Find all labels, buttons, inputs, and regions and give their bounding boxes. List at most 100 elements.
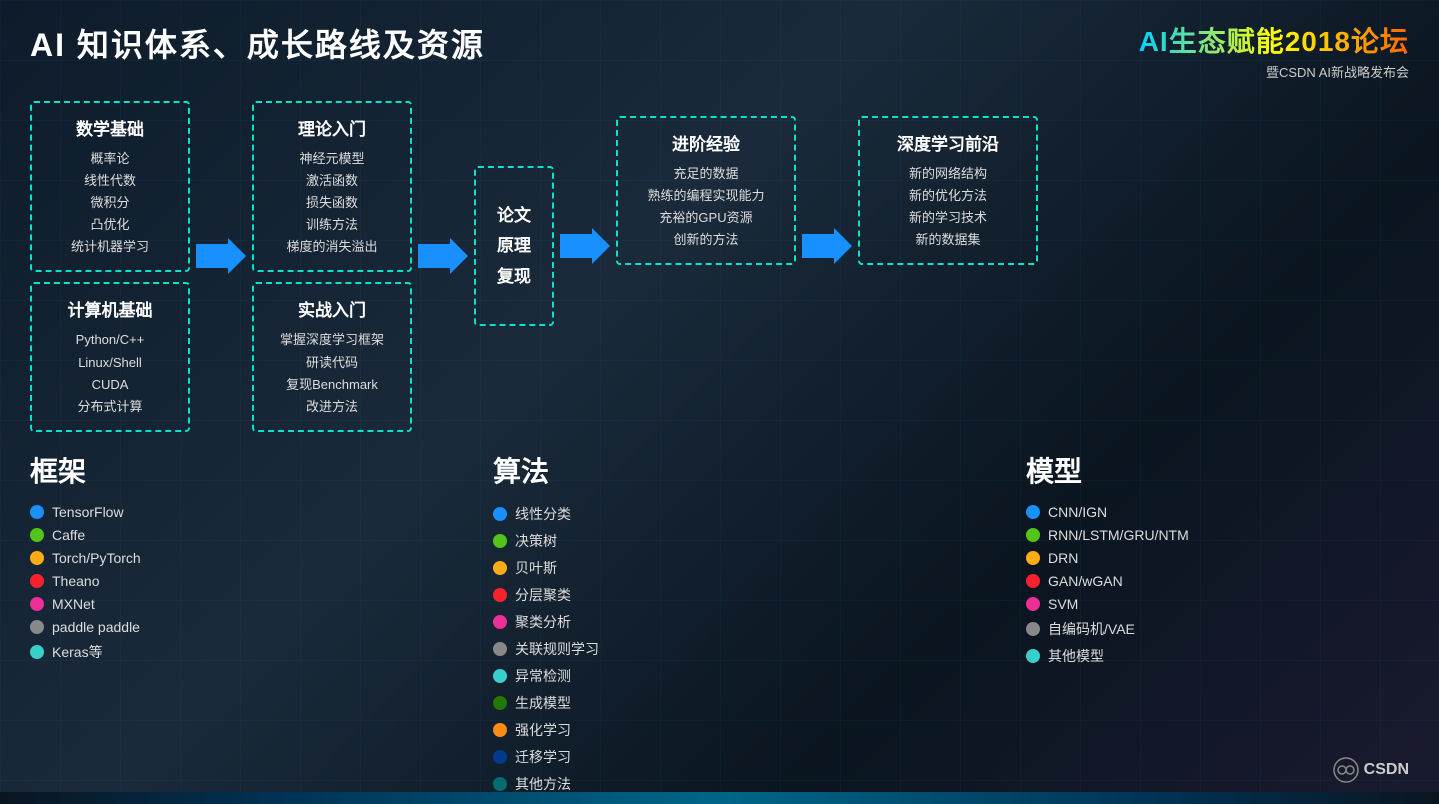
dot-bayes: [493, 561, 507, 575]
list-item: SVM: [1026, 596, 1409, 612]
logo-area: AI生态赋能2018论坛 暨CSDN AI新战略发布会: [1139, 20, 1409, 81]
list-item: Theano: [30, 573, 413, 589]
dot-assoc: [493, 642, 507, 656]
item-label: 其他模型: [1048, 646, 1104, 666]
dot-keras: [30, 645, 44, 659]
item-label: TensorFlow: [52, 504, 124, 520]
list-item: 聚类分析: [493, 612, 876, 632]
list-item: 其他方法: [493, 774, 876, 794]
dot-cluster: [493, 588, 507, 602]
dot-tensorflow: [30, 505, 44, 519]
item-label: DRN: [1048, 550, 1078, 566]
bottom-section: 框架 TensorFlow Caffe Torch/PyTorch Theano: [30, 450, 1409, 801]
paper-title: 论文原理复现: [497, 201, 531, 293]
item-label: 生成模型: [515, 693, 571, 713]
list-item: 决策树: [493, 531, 876, 551]
frameworks-block: 框架 TensorFlow Caffe Torch/PyTorch Theano: [30, 450, 413, 801]
dot-theano: [30, 574, 44, 588]
item-label: Keras等: [52, 642, 103, 662]
logo-title: AI生态赋能2018论坛: [1139, 20, 1409, 60]
dot-caffe: [30, 528, 44, 542]
dot-drn: [1026, 551, 1040, 565]
item-label: 其他方法: [515, 774, 571, 794]
arrow-3: [560, 228, 610, 304]
frontier-items: 新的网络结构新的优化方法新的学习技术新的数据集: [876, 163, 1020, 251]
dot-transfer: [493, 750, 507, 764]
algorithms-label: 算法: [493, 450, 876, 490]
dot-gan: [1026, 574, 1040, 588]
models-list: CNN/IGN RNN/LSTM/GRU/NTM DRN GAN/wGAN SV…: [1026, 504, 1409, 673]
list-item: CNN/IGN: [1026, 504, 1409, 520]
item-label: 聚类分析: [515, 612, 571, 632]
dot-mxnet: [30, 597, 44, 611]
dot-svm: [1026, 597, 1040, 611]
list-item: Caffe: [30, 527, 413, 543]
item-label: CNN/IGN: [1048, 504, 1107, 520]
item-label: 贝叶斯: [515, 558, 557, 578]
arrow-2: [418, 238, 468, 294]
item-label: 自编码机/VAE: [1048, 619, 1135, 639]
list-item: 自编码机/VAE: [1026, 619, 1409, 639]
practice-items: 掌握深度学习框架研读代码复现Benchmark改进方法: [270, 329, 394, 417]
list-item: Keras等: [30, 642, 413, 662]
dot-paddle: [30, 620, 44, 634]
item-label: Theano: [52, 573, 99, 589]
box-foundations: 数学基础 概率论线性代数微积分凸优化统计机器学习 计算机基础 Python/C+…: [30, 101, 190, 432]
item-label: SVM: [1048, 596, 1078, 612]
item-label: MXNet: [52, 596, 95, 612]
header: AI 知识体系、成长路线及资源 AI生态赋能2018论坛 暨CSDN AI新战略…: [30, 20, 1409, 81]
computer-title: 计算机基础: [48, 296, 172, 321]
item-label: 异常检测: [515, 666, 571, 686]
dot-cnn: [1026, 505, 1040, 519]
dot-other-model: [1026, 649, 1040, 663]
theory-title: 理论入门: [270, 115, 394, 140]
list-item: 分层聚类: [493, 585, 876, 605]
list-item: 其他模型: [1026, 646, 1409, 666]
list-item: 生成模型: [493, 693, 876, 713]
algorithms-list: 线性分类 决策树 贝叶斯 分层聚类 聚类分析: [493, 504, 876, 801]
box-theory: 理论入门 神经元模型激活函数损失函数训练方法梯度的消失溢出: [252, 101, 412, 272]
item-label: 分层聚类: [515, 585, 571, 605]
practice-title: 实战入门: [270, 296, 394, 321]
frameworks-label: 框架: [30, 450, 413, 490]
csdn-icon: CSDN: [1332, 756, 1409, 784]
algorithms-block: 算法 线性分类 决策树 贝叶斯 分层聚类: [493, 450, 876, 801]
item-label: RNN/LSTM/GRU/NTM: [1048, 527, 1189, 543]
item-label: 线性分类: [515, 504, 571, 524]
dot-autoencoder: [1026, 622, 1040, 636]
item-label: 决策树: [515, 531, 557, 551]
flow-diagram: 数学基础 概率论线性代数微积分凸优化统计机器学习 计算机基础 Python/C+…: [30, 101, 1409, 432]
box-paper: 论文原理复现: [474, 166, 554, 326]
list-item: 异常检测: [493, 666, 876, 686]
models-label: 模型: [1026, 450, 1409, 490]
math-items: 概率论线性代数微积分凸优化统计机器学习: [48, 148, 172, 258]
dot-anomaly: [493, 669, 507, 683]
item-label: Caffe: [52, 527, 85, 543]
dot-linear: [493, 507, 507, 521]
item-label: 强化学习: [515, 720, 571, 740]
dot-other-algo: [493, 777, 507, 791]
csdn-logo: CSDN: [1332, 756, 1409, 784]
list-item: GAN/wGAN: [1026, 573, 1409, 589]
advanced-title: 进阶经验: [634, 130, 778, 155]
dot-gen: [493, 696, 507, 710]
arrow-1: [196, 238, 246, 294]
list-item: 迁移学习: [493, 747, 876, 767]
theory-items: 神经元模型激活函数损失函数训练方法梯度的消失溢出: [270, 148, 394, 258]
list-item: MXNet: [30, 596, 413, 612]
advanced-items: 充足的数据熟练的编程实现能力充裕的GPU资源创新的方法: [634, 163, 778, 251]
frameworks-list: TensorFlow Caffe Torch/PyTorch Theano MX…: [30, 504, 413, 669]
dot-rnn: [1026, 528, 1040, 542]
item-label: GAN/wGAN: [1048, 573, 1123, 589]
frontier-title: 深度学习前沿: [876, 130, 1020, 155]
main-title: AI 知识体系、成长路线及资源: [30, 20, 485, 66]
arrow-4: [802, 228, 852, 304]
box-computer: 计算机基础 Python/C++Linux/ShellCUDA分布式计算: [30, 282, 190, 431]
csdn-text: CSDN: [1364, 761, 1409, 779]
computer-items: Python/C++Linux/ShellCUDA分布式计算: [48, 329, 172, 417]
box-practice: 实战入门 掌握深度学习框架研读代码复现Benchmark改进方法: [252, 282, 412, 431]
list-item: 贝叶斯: [493, 558, 876, 578]
box-advanced: 进阶经验 充足的数据熟练的编程实现能力充裕的GPU资源创新的方法: [616, 116, 796, 265]
dot-torch: [30, 551, 44, 565]
list-item: 线性分类: [493, 504, 876, 524]
